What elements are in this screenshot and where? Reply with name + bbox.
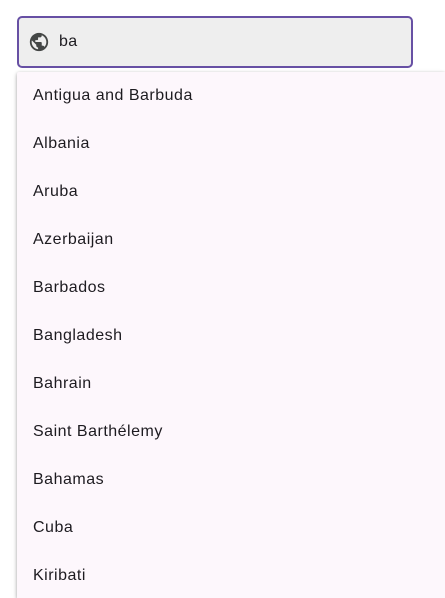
suggestion-item[interactable]: Kiribati <box>17 552 445 598</box>
globe-icon <box>27 30 51 54</box>
suggestion-item[interactable]: Barbados <box>17 264 445 312</box>
country-search-field[interactable]: ba <box>17 16 413 68</box>
suggestion-item[interactable]: Aruba <box>17 168 445 216</box>
autocomplete-screen: ba Antigua and Barbuda Albania Aruba Aze… <box>0 0 445 598</box>
suggestion-item[interactable]: Bangladesh <box>17 312 445 360</box>
suggestion-item[interactable]: Cuba <box>17 504 445 552</box>
suggestion-item[interactable]: Bahamas <box>17 456 445 504</box>
suggestion-item[interactable]: Antigua and Barbuda <box>17 72 445 120</box>
search-input[interactable]: ba <box>59 33 78 51</box>
suggestion-item[interactable]: Albania <box>17 120 445 168</box>
suggestion-item[interactable]: Saint Barthélemy <box>17 408 445 456</box>
suggestions-menu: Antigua and Barbuda Albania Aruba Azerba… <box>17 72 445 598</box>
suggestion-item[interactable]: Azerbaijan <box>17 216 445 264</box>
suggestion-item[interactable]: Bahrain <box>17 360 445 408</box>
